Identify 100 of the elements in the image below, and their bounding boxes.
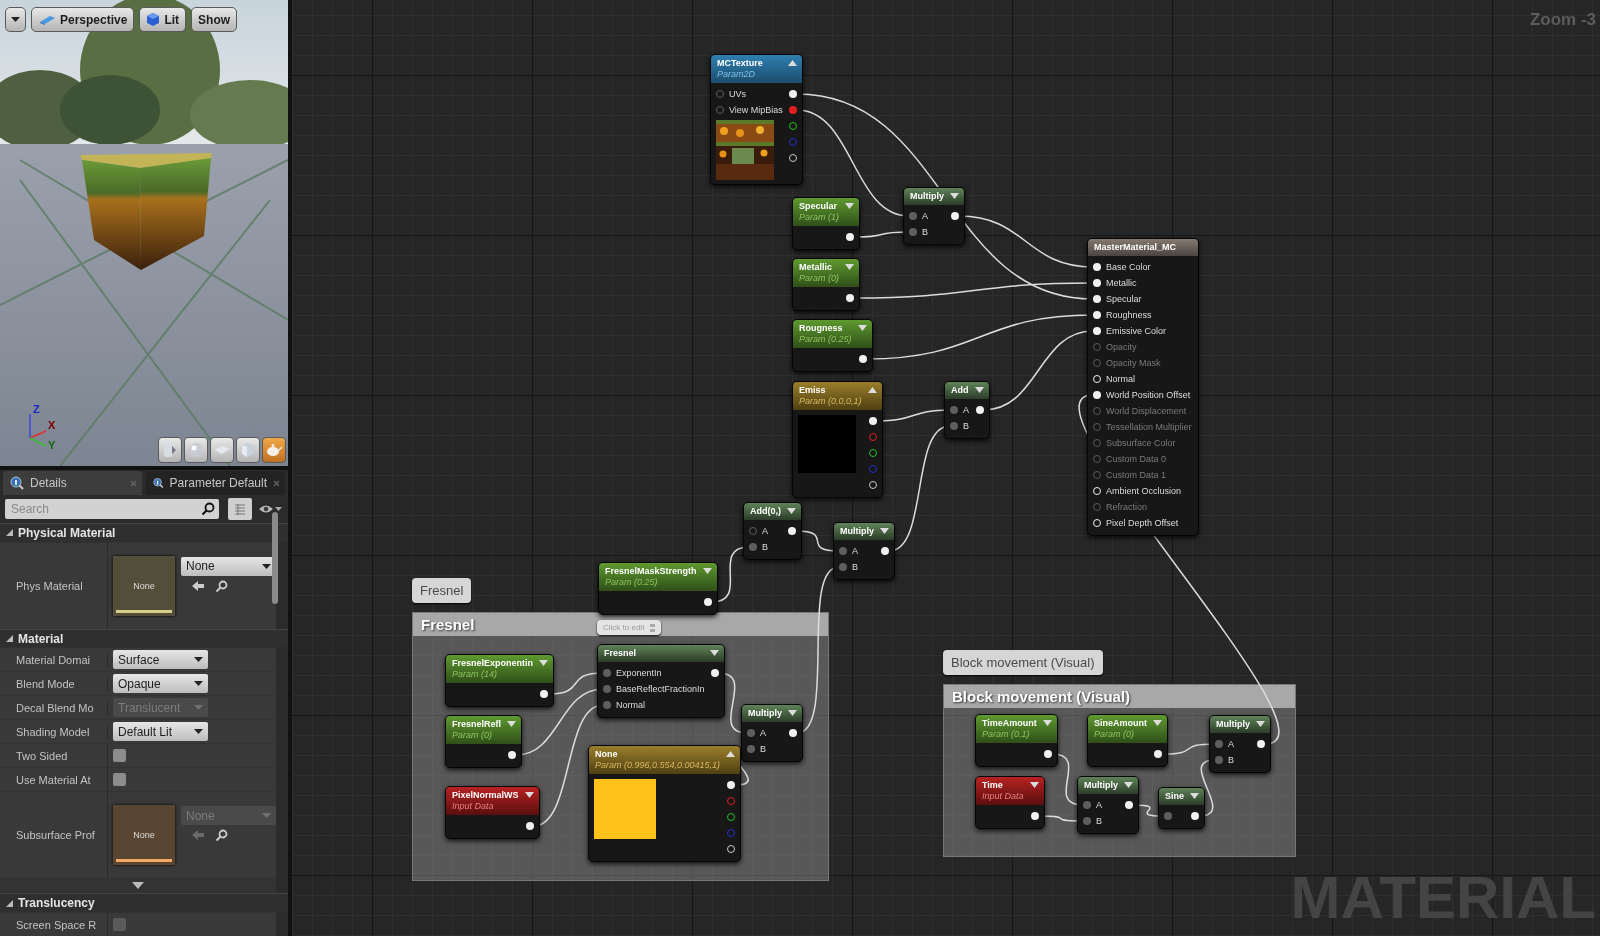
pin-label: Metallic bbox=[1106, 278, 1137, 288]
comment-bubble[interactable]: Block movement (Visual) bbox=[943, 650, 1103, 675]
view-button[interactable] bbox=[262, 437, 286, 463]
property-label: Decal Blend Mo bbox=[16, 701, 94, 714]
cube-icon bbox=[146, 12, 161, 27]
pin-label: View MipBias bbox=[729, 105, 783, 115]
sphere-icon bbox=[189, 443, 203, 457]
perspective-button[interactable]: Perspective bbox=[31, 7, 135, 32]
list-icon bbox=[234, 503, 246, 515]
node-title: Emiss bbox=[799, 385, 827, 396]
comment-bubble[interactable]: Fresnel bbox=[412, 578, 472, 603]
caret-icon[interactable] bbox=[726, 751, 736, 757]
caret-icon bbox=[194, 681, 203, 687]
menu-button[interactable] bbox=[5, 7, 26, 32]
property-label: Shading Model bbox=[16, 725, 90, 738]
pin-label: Opacity Mask bbox=[1106, 358, 1161, 368]
caret-icon[interactable] bbox=[507, 721, 517, 727]
node-subtitle: Param (14) bbox=[452, 669, 498, 680]
node-subtitle: Param (0.25) bbox=[799, 334, 852, 345]
caret-icon[interactable] bbox=[974, 387, 984, 393]
section-header[interactable]: Physical Material bbox=[0, 523, 288, 542]
caret-icon[interactable] bbox=[1124, 782, 1133, 788]
caret-icon[interactable] bbox=[1042, 720, 1052, 726]
caret-icon[interactable] bbox=[857, 325, 867, 331]
search-icon[interactable] bbox=[201, 502, 215, 516]
arrow-left-icon[interactable] bbox=[191, 579, 205, 592]
visibility-button[interactable] bbox=[258, 504, 282, 514]
pin-label: A bbox=[852, 546, 858, 556]
caret-icon[interactable] bbox=[539, 660, 548, 666]
section-title: Material bbox=[18, 631, 64, 646]
search-field[interactable]: Search bbox=[5, 499, 219, 519]
node-title: Sine bbox=[1165, 791, 1184, 802]
caret-icon bbox=[262, 563, 271, 569]
caret-icon[interactable] bbox=[845, 203, 854, 209]
caret-icon[interactable] bbox=[1256, 721, 1265, 727]
tab[interactable]: Parameter Default bbox=[146, 471, 285, 495]
show-button[interactable]: Show bbox=[191, 7, 238, 32]
node-title: Time bbox=[982, 780, 1004, 791]
node-subtitle: Param (1) bbox=[799, 212, 839, 223]
node-title: None bbox=[595, 749, 619, 760]
expand-more-icon[interactable] bbox=[132, 882, 144, 890]
plane-icon bbox=[38, 13, 56, 26]
pin-label: Roughness bbox=[1106, 310, 1152, 320]
view-button[interactable] bbox=[158, 437, 182, 463]
teapot-icon bbox=[266, 444, 282, 456]
pin-label: B bbox=[760, 744, 766, 754]
cylinder-icon bbox=[164, 443, 176, 457]
node-subtitle: Param2D bbox=[717, 69, 756, 80]
section-header[interactable]: Material bbox=[0, 628, 288, 648]
dropdown[interactable]: Default Lit bbox=[113, 722, 208, 742]
scrollbar[interactable] bbox=[272, 512, 278, 604]
view-button[interactable] bbox=[236, 437, 260, 463]
section-header[interactable]: Translucency bbox=[0, 893, 288, 912]
checkbox[interactable] bbox=[113, 773, 126, 787]
view-button[interactable] bbox=[184, 437, 208, 463]
node-title: MasterMaterial_MC bbox=[1094, 242, 1177, 253]
checkbox[interactable] bbox=[113, 749, 126, 763]
dropdown[interactable]: Opaque bbox=[113, 674, 208, 694]
caret-icon bbox=[194, 705, 203, 711]
pin-label: B bbox=[762, 542, 768, 552]
pin-label: Custom Data 0 bbox=[1106, 454, 1167, 464]
caret-icon[interactable] bbox=[1153, 720, 1162, 726]
magnifier-icon bbox=[153, 476, 164, 490]
pin-label: A bbox=[1228, 739, 1234, 749]
caret-icon[interactable] bbox=[845, 264, 854, 270]
pin-label: ExponentIn bbox=[616, 668, 662, 678]
view-button[interactable] bbox=[210, 437, 234, 463]
node-subtitle: Param (0) bbox=[1094, 729, 1135, 740]
pin-label: Specular bbox=[1106, 294, 1142, 304]
caret-icon[interactable] bbox=[1190, 793, 1199, 799]
caret-icon[interactable] bbox=[709, 650, 719, 656]
plane-icon bbox=[214, 446, 230, 454]
node-title: Rougness bbox=[799, 323, 844, 334]
caret-icon[interactable] bbox=[880, 528, 889, 534]
caret-icon[interactable] bbox=[867, 387, 877, 393]
close-icon[interactable] bbox=[273, 479, 280, 487]
search-icon[interactable] bbox=[215, 579, 228, 593]
lit-button[interactable]: Lit bbox=[139, 7, 187, 32]
property-label: Blend Mode bbox=[16, 677, 75, 690]
caret-icon[interactable] bbox=[788, 710, 797, 716]
node-title: Multiply bbox=[840, 526, 874, 537]
caret-icon[interactable] bbox=[702, 568, 712, 574]
pin-label: A bbox=[922, 211, 928, 221]
axis-label: Y bbox=[48, 439, 56, 450]
property-label: Screen Space R bbox=[16, 918, 97, 931]
search-icon[interactable] bbox=[215, 829, 228, 843]
caret-icon[interactable] bbox=[950, 193, 959, 199]
caret-icon[interactable] bbox=[1029, 782, 1039, 788]
tab[interactable]: Details bbox=[3, 471, 142, 495]
node-title: FresnelMaskStrength bbox=[605, 566, 697, 577]
axis-label: Z bbox=[33, 403, 40, 415]
property-label: Subsurface Prof bbox=[16, 829, 95, 842]
caret-icon bbox=[11, 17, 20, 22]
caret-icon[interactable] bbox=[524, 792, 534, 798]
caret-icon[interactable] bbox=[787, 60, 797, 66]
comment-title: Block movement (Visual) bbox=[952, 688, 1131, 705]
dropdown[interactable]: Surface bbox=[113, 650, 208, 670]
caret-icon[interactable] bbox=[787, 508, 796, 514]
pin-label: World Displacement bbox=[1106, 406, 1187, 416]
pin-label: A bbox=[760, 728, 766, 738]
